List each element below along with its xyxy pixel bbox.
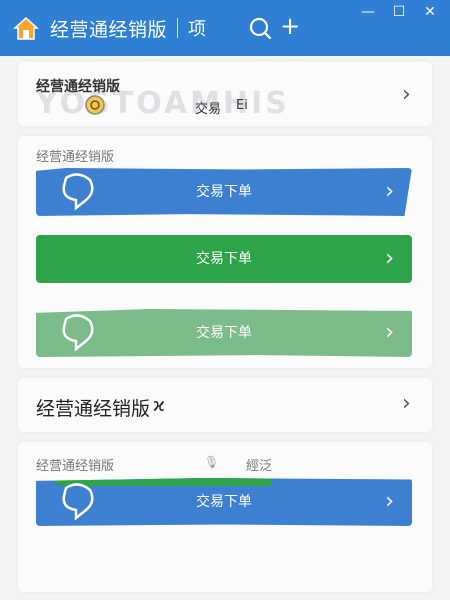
info-row-title: 经营通经销版: [36, 79, 120, 95]
add-icon[interactable]: +: [280, 11, 300, 41]
badge-icon: [85, 95, 105, 115]
info-row-subtitle-suffix: Ei: [236, 98, 248, 113]
chevron-right-icon: ›: [385, 489, 394, 514]
order-button-label: 交易下单: [196, 494, 252, 510]
search-icon[interactable]: [247, 15, 273, 41]
chevron-right-icon: ›: [385, 320, 394, 345]
order-button-green[interactable]: 交易下单 ›: [36, 235, 412, 283]
chevron-right-icon[interactable]: ›: [402, 84, 411, 106]
title-bar: 经营通经销版 项 + — ☐ ✕: [0, 0, 450, 56]
minimize-button[interactable]: —: [358, 2, 378, 22]
chevron-right-icon: ›: [385, 246, 394, 271]
section-label: 经营通经销版: [36, 150, 115, 165]
nav-row-title: 经营通经销版: [36, 398, 151, 420]
info-row-subtitle: 交易: [195, 102, 222, 117]
section-extra-label: 經泛: [246, 459, 273, 474]
chevron-right-icon: ›: [385, 179, 394, 204]
nav-row-suffix: ϰ: [153, 395, 165, 416]
microphone-icon: 🎙: [204, 455, 220, 469]
order-button-label: 交易下单: [196, 251, 252, 267]
close-button[interactable]: ✕: [420, 2, 440, 22]
title-tab[interactable]: 项: [188, 15, 206, 41]
chevron-right-icon[interactable]: ›: [402, 393, 411, 415]
app-title: 经营通经销版: [50, 18, 168, 41]
title-divider: [177, 18, 179, 38]
home-icon[interactable]: [12, 14, 40, 42]
section-label: 经营通经销版: [36, 459, 115, 474]
order-button-label: 交易下单: [196, 184, 252, 200]
order-button-blue-2[interactable]: 交易下单 ›: [36, 478, 412, 526]
maximize-button[interactable]: ☐: [389, 2, 409, 22]
order-button-light-green[interactable]: 交易下单 ›: [36, 309, 412, 357]
order-button-blue[interactable]: 交易下单 ›: [36, 168, 412, 216]
order-button-label: 交易下单: [196, 325, 252, 341]
